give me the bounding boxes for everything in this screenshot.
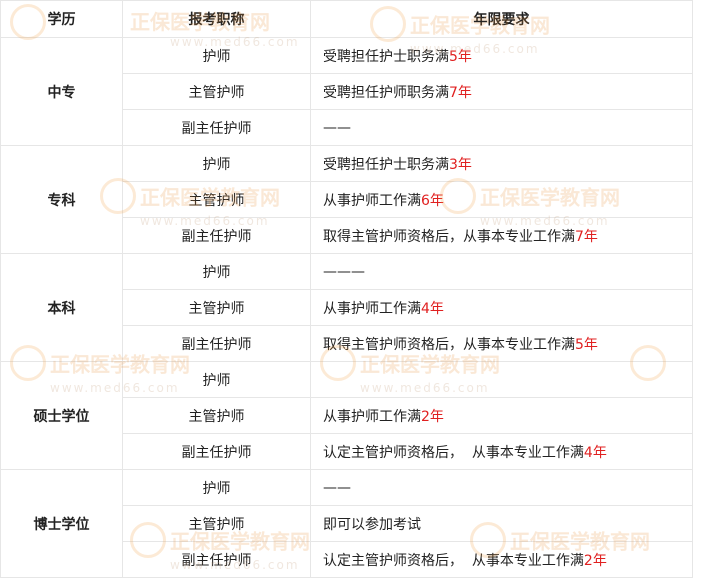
requirement-cell: ———: [310, 253, 693, 290]
requirement-cell: 受聘担任护师职务满7年: [310, 73, 693, 110]
job-title: 护师: [122, 253, 311, 290]
requirement-cell: 即可以参加考试: [310, 505, 693, 542]
requirement-text: 取得主管护师资格后，从事本专业工作满: [323, 336, 575, 353]
requirement-text: 从事护师工作满: [323, 192, 421, 209]
requirement-years: 4年: [421, 300, 444, 317]
requirement-cell: 认定主管护师资格后， 从事本专业工作满2年: [310, 541, 693, 578]
education-level: 硕士学位: [0, 361, 123, 470]
requirement-text: ——: [323, 119, 351, 136]
job-title: 主管护师: [122, 73, 311, 110]
table-body: 中专 护师 受聘担任护士职务满5年 主管护师 受聘担任护师职务满7年 副主任护师 —— 专科护…: [0, 37, 693, 578]
requirement-cell: 从事护师工作满6年: [310, 181, 693, 218]
job-title: 副主任护师: [122, 433, 311, 470]
job-title: 副主任护师: [122, 541, 311, 578]
job-title: 护师: [122, 37, 311, 74]
requirement-text: 认定主管护师资格后， 从事本专业工作满: [323, 444, 584, 461]
job-title: 副主任护师: [122, 217, 311, 254]
education-level: 中专: [0, 37, 123, 146]
requirement-cell: 受聘担任护士职务满5年: [310, 37, 693, 74]
header-education: 学历: [0, 0, 123, 38]
table-row: 本科 护师 ———: [0, 253, 693, 362]
header-title: 报考职称: [122, 0, 311, 38]
requirement-cell: 受聘担任护士职务满3年: [310, 145, 693, 182]
requirements-table: 学历 报考职称 年限要求 中专 护师 受聘担任护士职务满5年 主管护师 受聘担任护师职务…: [0, 0, 693, 578]
requirement-cell: [310, 361, 693, 398]
table-row: 专科 护师 受聘担任护士职务满3年: [0, 145, 693, 254]
job-title: 副主任护师: [122, 325, 311, 362]
requirement-cell: ——: [310, 109, 693, 146]
requirement-cell: 从事护师工作满4年: [310, 289, 693, 326]
requirement-cell: ——: [310, 469, 693, 506]
education-level: 博士学位: [0, 469, 123, 578]
table-row: 硕士学位 护师: [0, 361, 693, 470]
requirement-cell: 取得主管护师资格后，从事本专业工作满7年: [310, 217, 693, 254]
table-row: 博士学位 护师 ——: [0, 469, 693, 578]
requirement-text: 受聘担任护士职务满: [323, 48, 449, 65]
job-title: 主管护师: [122, 397, 311, 434]
requirement-years: 7年: [575, 228, 598, 245]
job-title: 护师: [122, 469, 311, 506]
requirement-cell: 取得主管护师资格后，从事本专业工作满5年: [310, 325, 693, 362]
job-title: 护师: [122, 145, 311, 182]
requirement-text: ——: [323, 479, 351, 496]
requirement-text: 受聘担任护士职务满: [323, 156, 449, 173]
requirement-text: ———: [323, 263, 365, 280]
requirement-cell: 认定主管护师资格后， 从事本专业工作满4年: [310, 433, 693, 470]
job-title: 主管护师: [122, 505, 311, 542]
requirement-text: 认定主管护师资格后， 从事本专业工作满: [323, 552, 584, 569]
requirement-text: 即可以参加考试: [323, 516, 421, 533]
requirement-text: 从事护师工作满: [323, 408, 421, 425]
requirement-years: 5年: [575, 336, 598, 353]
requirement-years: 6年: [421, 192, 444, 209]
education-level: 专科: [0, 145, 123, 254]
requirement-cell: 从事护师工作满2年: [310, 397, 693, 434]
requirement-years: 3年: [449, 156, 472, 173]
requirement-text: 取得主管护师资格后，从事本专业工作满: [323, 228, 575, 245]
requirement-text: 从事护师工作满: [323, 300, 421, 317]
job-title: 副主任护师: [122, 109, 311, 146]
header-requirement: 年限要求: [310, 0, 693, 38]
table-row: 中专 护师 受聘担任护士职务满5年: [0, 37, 693, 146]
requirement-years: 7年: [449, 84, 472, 101]
education-level: 本科: [0, 253, 123, 362]
requirement-years: 2年: [583, 552, 607, 569]
requirement-years: 2年: [421, 408, 444, 425]
job-title: 护师: [122, 361, 311, 398]
job-title: 主管护师: [122, 289, 311, 326]
job-title: 主管护师: [122, 181, 311, 218]
requirement-years: 4年: [583, 444, 607, 461]
requirement-years: 5年: [449, 48, 472, 65]
requirement-text: 受聘担任护师职务满: [323, 84, 449, 101]
header-row: 学历 报考职称 年限要求: [0, 0, 693, 38]
